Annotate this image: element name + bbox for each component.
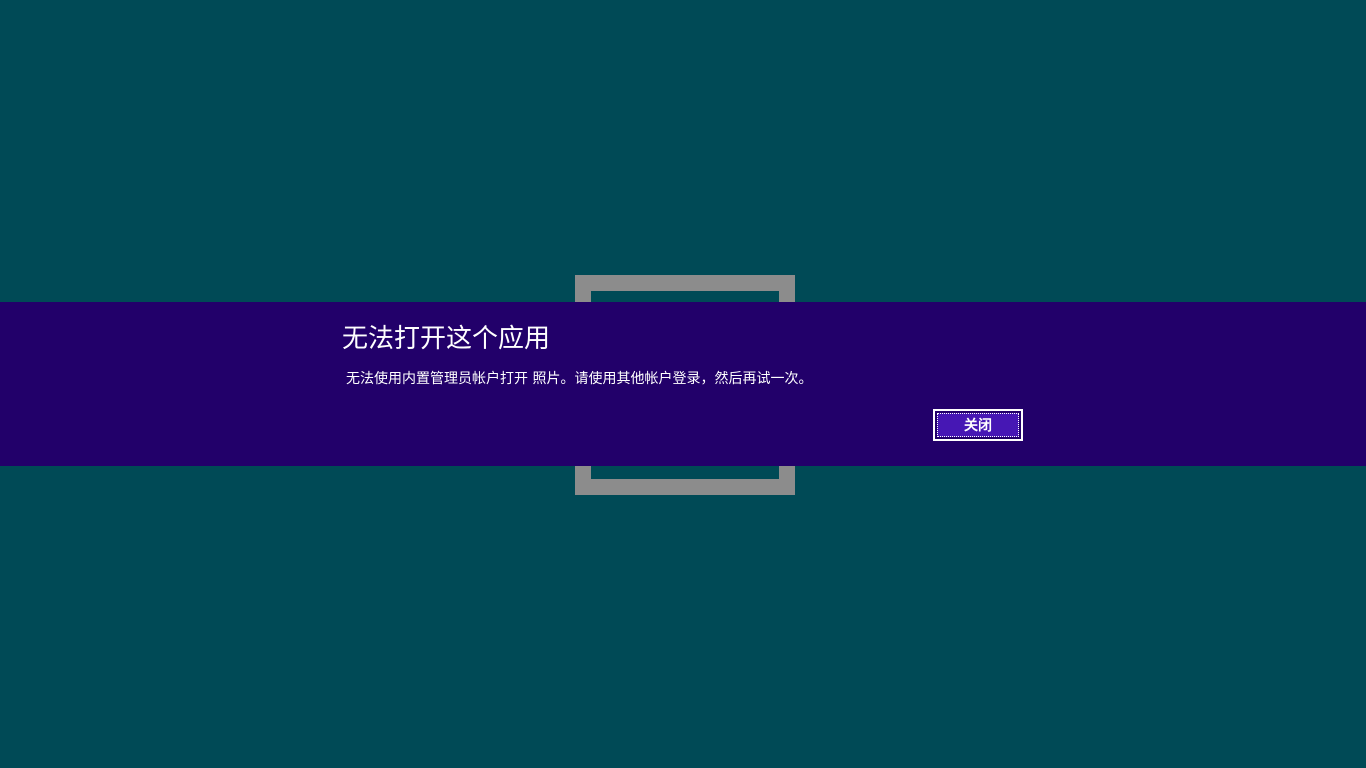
- dialog-title: 无法打开这个应用: [342, 324, 551, 354]
- error-dialog: 无法打开这个应用 无法使用内置管理员帐户打开 照片。请使用其他帐户登录，然后再试…: [0, 302, 1366, 466]
- dialog-message: 无法使用内置管理员帐户打开 照片。请使用其他帐户登录，然后再试一次。: [346, 371, 813, 387]
- close-button-label: 关闭: [937, 413, 1019, 437]
- dialog-content: 无法打开这个应用 无法使用内置管理员帐户打开 照片。请使用其他帐户登录，然后再试…: [342, 302, 1024, 466]
- close-button[interactable]: 关闭: [933, 409, 1023, 441]
- app-splash-screen: 无法打开这个应用 无法使用内置管理员帐户打开 照片。请使用其他帐户登录，然后再试…: [0, 0, 1366, 768]
